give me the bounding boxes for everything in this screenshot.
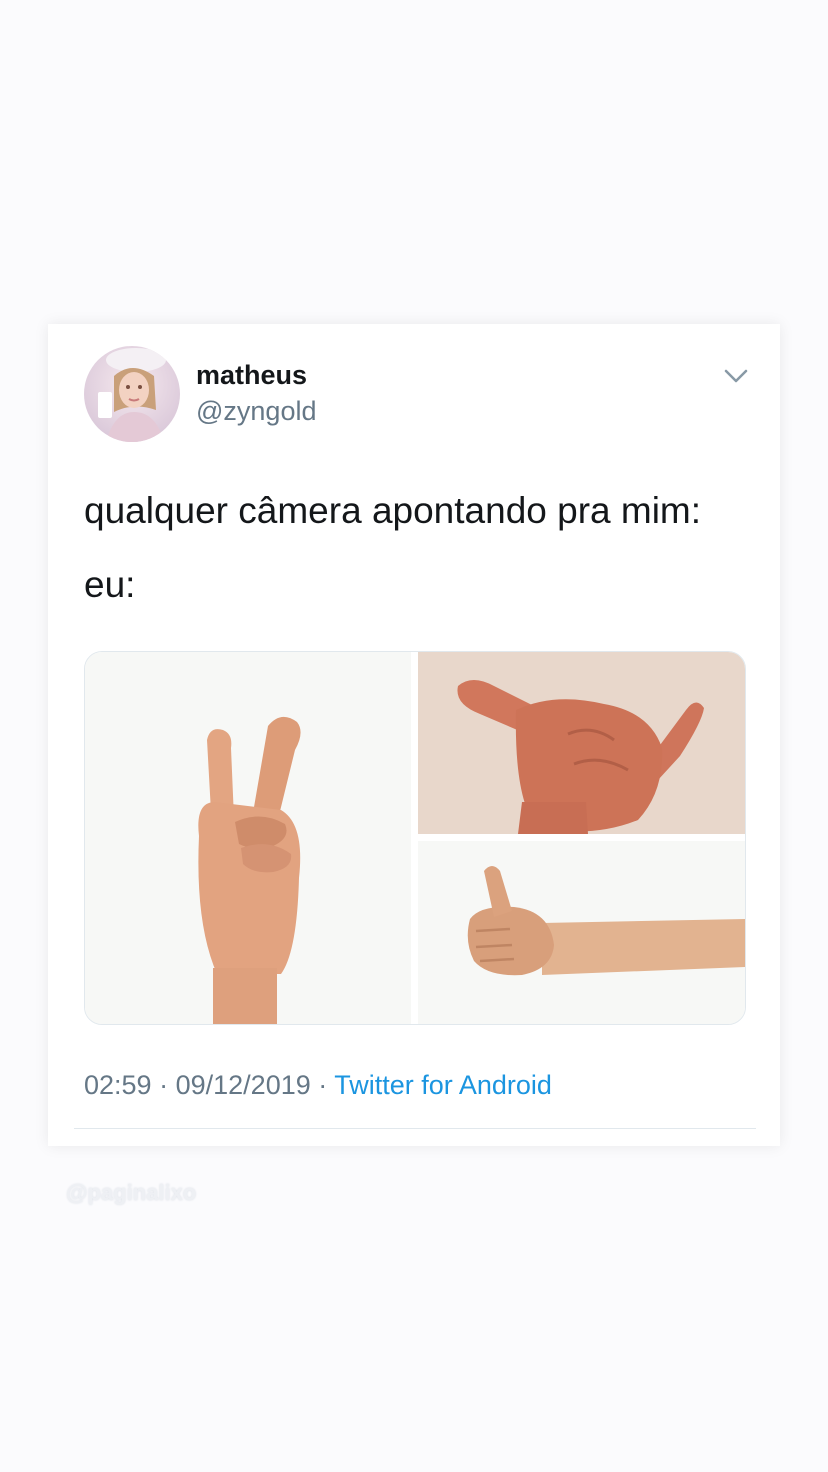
chevron-down-icon[interactable]: [723, 368, 749, 384]
avatar[interactable]: [84, 346, 180, 442]
author-handle[interactable]: @zyngold: [196, 396, 316, 427]
author-display-name[interactable]: matheus: [196, 360, 307, 391]
tweet-date[interactable]: 09/12/2019: [176, 1070, 311, 1100]
tweet-time[interactable]: 02:59: [84, 1070, 152, 1100]
media-image-shaka-sign[interactable]: [418, 652, 745, 834]
media-image-thumbs-up[interactable]: [418, 841, 745, 1024]
media-image-peace-sign[interactable]: [85, 652, 411, 1024]
tweet-metadata: 02:59 · 09/12/2019 · Twitter for Android: [84, 1070, 552, 1101]
tweet-card[interactable]: matheus @zyngold qualquer câmera apontan…: [48, 324, 780, 1146]
meta-separator: ·: [318, 1070, 328, 1100]
divider: [74, 1128, 756, 1129]
media-grid: [84, 651, 746, 1025]
tweet-source-link[interactable]: Twitter for Android: [334, 1070, 552, 1100]
tweet-text-line-1: qualquer câmera apontando pra mim:: [84, 490, 702, 531]
tweet-text-line-2: eu:: [84, 564, 136, 605]
meta-separator: ·: [159, 1070, 169, 1100]
watermark: @paginalixo: [66, 1180, 197, 1205]
